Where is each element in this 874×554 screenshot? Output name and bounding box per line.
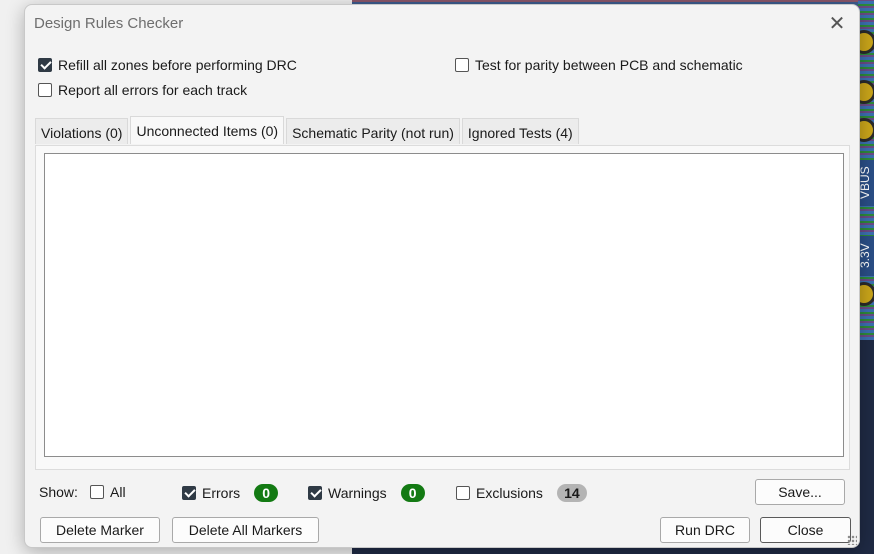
refill-zones-label: Refill all zones before performing DRC — [58, 57, 297, 73]
results-tabs: Violations (0) Unconnected Items (0) Sch… — [35, 116, 581, 146]
errors-count-badge: 0 — [254, 484, 279, 502]
delete-all-markers-button[interactable]: Delete All Markers — [172, 517, 319, 543]
delete-marker-button[interactable]: Delete Marker — [40, 517, 160, 543]
filter-warnings-checkbox[interactable] — [308, 486, 322, 500]
refill-zones-option[interactable]: Refill all zones before performing DRC — [38, 57, 297, 73]
unconnected-items-list[interactable] — [44, 153, 844, 457]
filter-errors-label: Errors — [202, 485, 241, 501]
filter-exclusions-label: Exclusions — [476, 485, 543, 501]
filter-all-checkbox[interactable] — [90, 485, 104, 499]
close-button[interactable]: Close — [760, 517, 851, 543]
warnings-count-badge: 0 — [400, 484, 425, 502]
net-label-vbus: VBUS — [858, 160, 874, 206]
net-label-3v3: 3.3V — [858, 236, 874, 276]
tab-schematic-parity[interactable]: Schematic Parity (not run) — [286, 118, 460, 144]
filter-warnings[interactable]: Warnings 0 — [308, 484, 425, 502]
tab-unconnected-items[interactable]: Unconnected Items (0) — [130, 116, 285, 144]
filter-errors[interactable]: Errors 0 — [182, 484, 279, 502]
filter-warnings-label: Warnings — [328, 485, 387, 501]
refill-zones-checkbox[interactable] — [38, 58, 52, 72]
report-all-errors-checkbox[interactable] — [38, 83, 52, 97]
tab-ignored-tests[interactable]: Ignored Tests (4) — [461, 118, 579, 144]
filter-all-label: All — [110, 484, 126, 500]
tab-violations[interactable]: Violations (0) — [35, 118, 129, 144]
filter-exclusions-checkbox[interactable] — [456, 486, 470, 500]
test-parity-checkbox[interactable] — [455, 58, 469, 72]
tab-panel — [35, 145, 850, 470]
filter-exclusions[interactable]: Exclusions 14 — [456, 484, 587, 502]
dialog-title: Design Rules Checker — [34, 15, 184, 32]
exclusions-count-badge: 14 — [556, 484, 587, 502]
report-all-errors-option[interactable]: Report all errors for each track — [38, 82, 247, 98]
close-icon[interactable]: ✕ — [825, 12, 849, 36]
filter-all[interactable]: All — [90, 484, 126, 500]
title-bar[interactable]: Design Rules Checker ✕ — [25, 5, 859, 43]
run-drc-button[interactable]: Run DRC — [660, 517, 750, 543]
save-button[interactable]: Save... — [755, 479, 845, 505]
show-label: Show: — [39, 484, 78, 500]
test-parity-label: Test for parity between PCB and schemati… — [475, 57, 743, 73]
report-all-errors-label: Report all errors for each track — [58, 82, 248, 98]
resize-grip-icon[interactable] — [847, 535, 857, 545]
drc-dialog: Design Rules Checker ✕ Refill all zones … — [24, 4, 860, 548]
filter-errors-checkbox[interactable] — [182, 486, 196, 500]
test-parity-option[interactable]: Test for parity between PCB and schemati… — [455, 57, 743, 73]
